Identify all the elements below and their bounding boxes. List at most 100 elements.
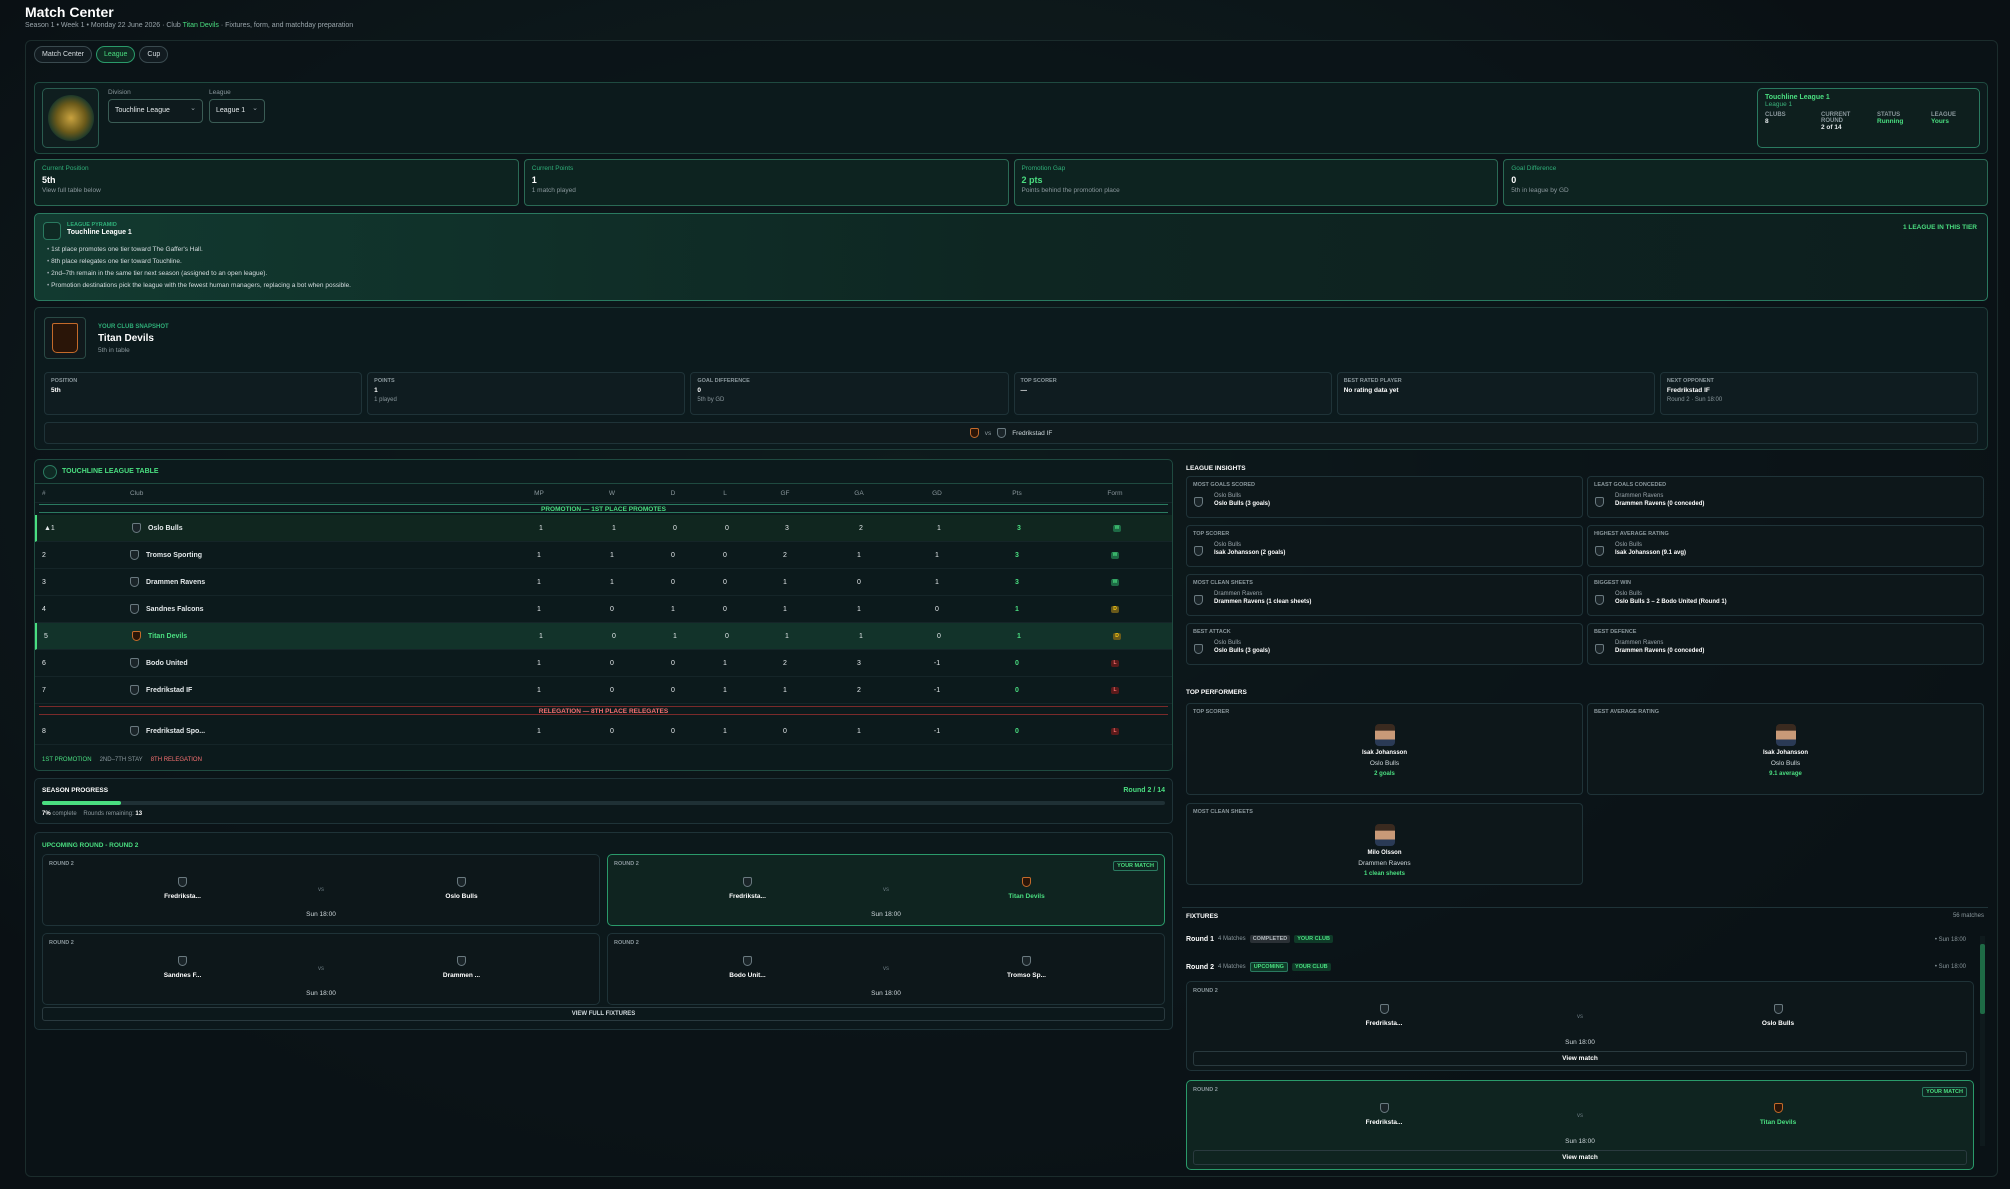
- insight-card: BEST DEFENCE Drammen Ravens Drammen Ravens…: [1587, 623, 1984, 665]
- column-header[interactable]: W: [609, 490, 615, 497]
- away-crest-icon: [1022, 877, 1031, 887]
- row-club-name[interactable]: Bodo United: [146, 660, 188, 667]
- match-card[interactable]: ROUND 2 Bodo Unit... Tromso Sp... vs Sun 18:…: [607, 933, 1165, 1005]
- club-crest-icon: [44, 317, 86, 359]
- next-opponent-name: Fredrikstad IF: [1012, 429, 1053, 437]
- league-select[interactable]: League 1: [209, 98, 265, 123]
- division-label: Division: [108, 89, 131, 96]
- row-gf: 2: [783, 659, 787, 667]
- row-club-name[interactable]: Fredrikstad Spo...: [146, 728, 205, 735]
- fixtures-scrollbar[interactable]: [1980, 936, 1985, 1146]
- row-club-name[interactable]: Titan Devils: [148, 633, 187, 640]
- view-full-fixtures-button[interactable]: VIEW FULL FIXTURES: [42, 1007, 1165, 1021]
- row-ga: 1: [857, 551, 861, 559]
- away-crest-icon: [457, 956, 466, 966]
- info-status: STATUS Running: [1877, 112, 1917, 131]
- insight-value: Isak Johansson (9.1 avg): [1615, 550, 1687, 556]
- tab-match-center[interactable]: Match Center: [34, 46, 93, 63]
- table-row[interactable]: 4 Sandnes Falcons 1 0 1 0 1 1 0 1 D: [35, 596, 1172, 623]
- row-ga: 2: [857, 686, 861, 694]
- column-header[interactable]: Pts: [1012, 490, 1021, 497]
- stat-current-points: Current Points 1 1 match played: [523, 159, 1009, 206]
- table-row[interactable]: 6 Bodo United 1 0 0 1 2 3 -1 0 L: [35, 650, 1172, 677]
- trophy-icon: [43, 464, 57, 479]
- fixture-round-2[interactable]: Round 2 4 Matches UPCOMING YOUR CLUB: [1186, 962, 1331, 972]
- your-fixture-card[interactable]: ROUND 2 YOUR MATCH Fredriksta... Titan Devi…: [1186, 1080, 1974, 1170]
- column-header[interactable]: MP: [534, 490, 544, 497]
- row-club-name[interactable]: Fredrikstad IF: [146, 687, 192, 694]
- insight-value: Drammen Ravens (0 conceded): [1615, 501, 1705, 507]
- player-club: Drammen Ravens: [1358, 860, 1411, 867]
- player-club: Oslo Bulls: [1369, 760, 1400, 767]
- round-name: Round 1: [1186, 935, 1214, 943]
- subtitle-club[interactable]: Titan Devils: [183, 22, 219, 29]
- table-row[interactable]: 7 Fredrikstad IF 1 0 0 1 1 2 -1 0 L: [35, 677, 1172, 704]
- table-row[interactable]: 3 Drammen Ravens 1 1 0 0 1 0 1 3 W: [35, 569, 1172, 596]
- card-label: BEST RATED PLAYER: [1343, 378, 1402, 384]
- next-match-bar[interactable]: vs Fredrikstad IF: [44, 422, 1978, 444]
- row-ga: 0: [857, 578, 861, 586]
- club-snapshot: YOUR CLUB SNAPSHOT Titan Devils 5th in t…: [34, 307, 1988, 450]
- column-header[interactable]: GA: [854, 490, 863, 497]
- row-club-name[interactable]: Sandnes Falcons: [146, 606, 204, 613]
- performer-card[interactable]: BEST AVERAGE RATING Isak Johansson Oslo Bu…: [1587, 703, 1984, 795]
- row-d: 0: [671, 659, 675, 667]
- table-row[interactable]: 2 Tromso Sporting 1 1 0 0 2 1 1 3 W: [35, 542, 1172, 569]
- your-match-card[interactable]: ROUND 2 YOUR MATCH Fredriksta... Titan Devi…: [607, 854, 1165, 926]
- performer-card[interactable]: MOST CLEAN SHEETS Milo Olsson Drammen Rave…: [1186, 803, 1583, 885]
- stat-hint: 5th in league by GD: [1511, 187, 1569, 194]
- row-w: 0: [610, 659, 614, 667]
- insight-value: Oslo Bulls (3 goals): [1214, 501, 1271, 507]
- player-stat: 2 goals: [1374, 771, 1395, 777]
- match-card[interactable]: ROUND 2 Sandnes F... Drammen ... vs Sun 18:0…: [42, 933, 600, 1005]
- column-header[interactable]: GF: [780, 490, 789, 497]
- league-logo: [42, 88, 99, 148]
- legend-relegation: 8TH RELEGATION: [150, 757, 202, 763]
- pyramid-rule: 8th place relegates one tier toward Touc…: [47, 258, 351, 265]
- column-header[interactable]: L: [723, 490, 727, 497]
- season-round: Round 2 / 14: [1123, 787, 1165, 794]
- view-match-button[interactable]: View match: [1193, 1051, 1967, 1066]
- tab-cup[interactable]: Cup: [139, 46, 169, 63]
- vs-label: vs: [318, 887, 324, 893]
- row-club-name[interactable]: Tromso Sporting: [146, 552, 202, 559]
- row-mp: 1: [539, 524, 543, 532]
- card-label: NEXT OPPONENT: [1666, 378, 1714, 384]
- card-value: 1: [374, 387, 378, 394]
- insight-card: HIGHEST AVERAGE RATING Oslo Bulls Isak Joh…: [1587, 525, 1984, 567]
- table-row[interactable]: 5 Titan Devils 1 0 1 0 1 1 0 1 D: [35, 623, 1172, 650]
- stat-hint: 1 match played: [531, 187, 576, 194]
- fixture-card[interactable]: ROUND 2 Fredriksta... Oslo Bulls vs Sun 18:0…: [1186, 981, 1974, 1071]
- table-row[interactable]: 8 Fredrikstad Spo... 1 0 0 1 0 1 -1 0 L: [35, 718, 1172, 745]
- row-position: 7: [42, 686, 46, 694]
- division-select[interactable]: Touchline League: [108, 98, 203, 123]
- row-club-name[interactable]: Drammen Ravens: [146, 579, 205, 586]
- column-header[interactable]: Form: [1107, 490, 1122, 497]
- match-card[interactable]: ROUND 2 Fredriksta... Oslo Bulls vs Sun 18:0…: [42, 854, 600, 926]
- row-ga: 1: [857, 605, 861, 613]
- info-round: CURRENT ROUND 2 of 14: [1821, 112, 1863, 131]
- row-gf: 3: [785, 524, 789, 532]
- row-pts: 0: [1015, 659, 1019, 667]
- view-match-button[interactable]: View match: [1193, 1150, 1967, 1165]
- row-l: 1: [723, 659, 727, 667]
- column-header[interactable]: D: [671, 490, 676, 497]
- tab-league[interactable]: League: [96, 46, 136, 63]
- insight-card: BIGGEST WIN Oslo Bulls Oslo Bulls 3 – 2 Bo…: [1587, 574, 1984, 616]
- away-crest-icon: [1773, 1103, 1783, 1113]
- away-crest-icon: [1022, 956, 1031, 966]
- column-header[interactable]: Club: [130, 490, 143, 497]
- row-w: 1: [610, 551, 614, 559]
- card-value: Fredrikstad IF: [1666, 387, 1710, 394]
- column-header[interactable]: GD: [932, 490, 942, 497]
- performer-label: TOP SCORER: [1193, 709, 1230, 715]
- fixture-round-1[interactable]: Round 1 4 Matches COMPLETED YOUR CLUB: [1186, 935, 1333, 943]
- column-header[interactable]: #: [42, 490, 46, 497]
- table-row[interactable]: ▲1 Oslo Bulls 1 1 0 0 3 2 1 3 W: [35, 515, 1172, 542]
- scrollbar-thumb[interactable]: [1980, 944, 1985, 1014]
- player-avatar: [1374, 824, 1395, 846]
- row-d: 1: [673, 632, 677, 640]
- row-club-name[interactable]: Oslo Bulls: [148, 525, 183, 532]
- snapshot-club-name: Titan Devils: [98, 333, 154, 344]
- performer-card[interactable]: TOP SCORER Isak Johansson Oslo Bulls 2 goal…: [1186, 703, 1583, 795]
